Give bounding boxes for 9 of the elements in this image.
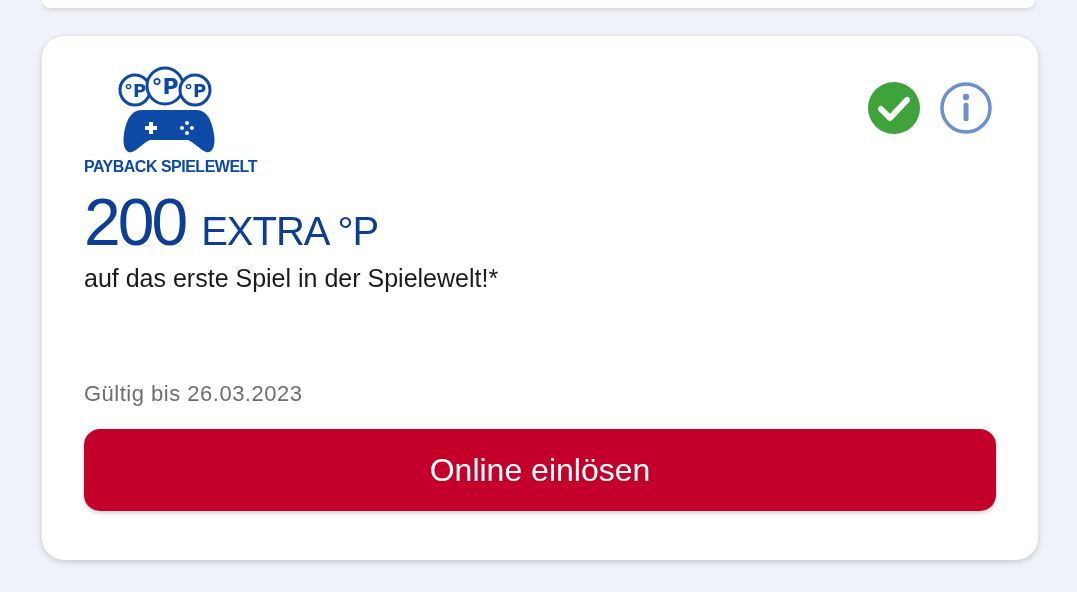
points-unit: EXTRA °P (201, 209, 379, 254)
checkmark-icon (868, 82, 920, 134)
points-amount: 200 (84, 184, 186, 260)
validity-date: Gültig bis 26.03.2023 (84, 381, 304, 407)
logo-text: PAYBACK SPIELEWELT (84, 158, 257, 176)
info-icon[interactable] (940, 82, 992, 134)
redeem-button[interactable]: Online einlösen (84, 429, 996, 511)
offer-description: auf das erste Spiel in der Spielewelt!* (84, 264, 500, 293)
logo-drawing: °P °P °P (84, 66, 256, 156)
